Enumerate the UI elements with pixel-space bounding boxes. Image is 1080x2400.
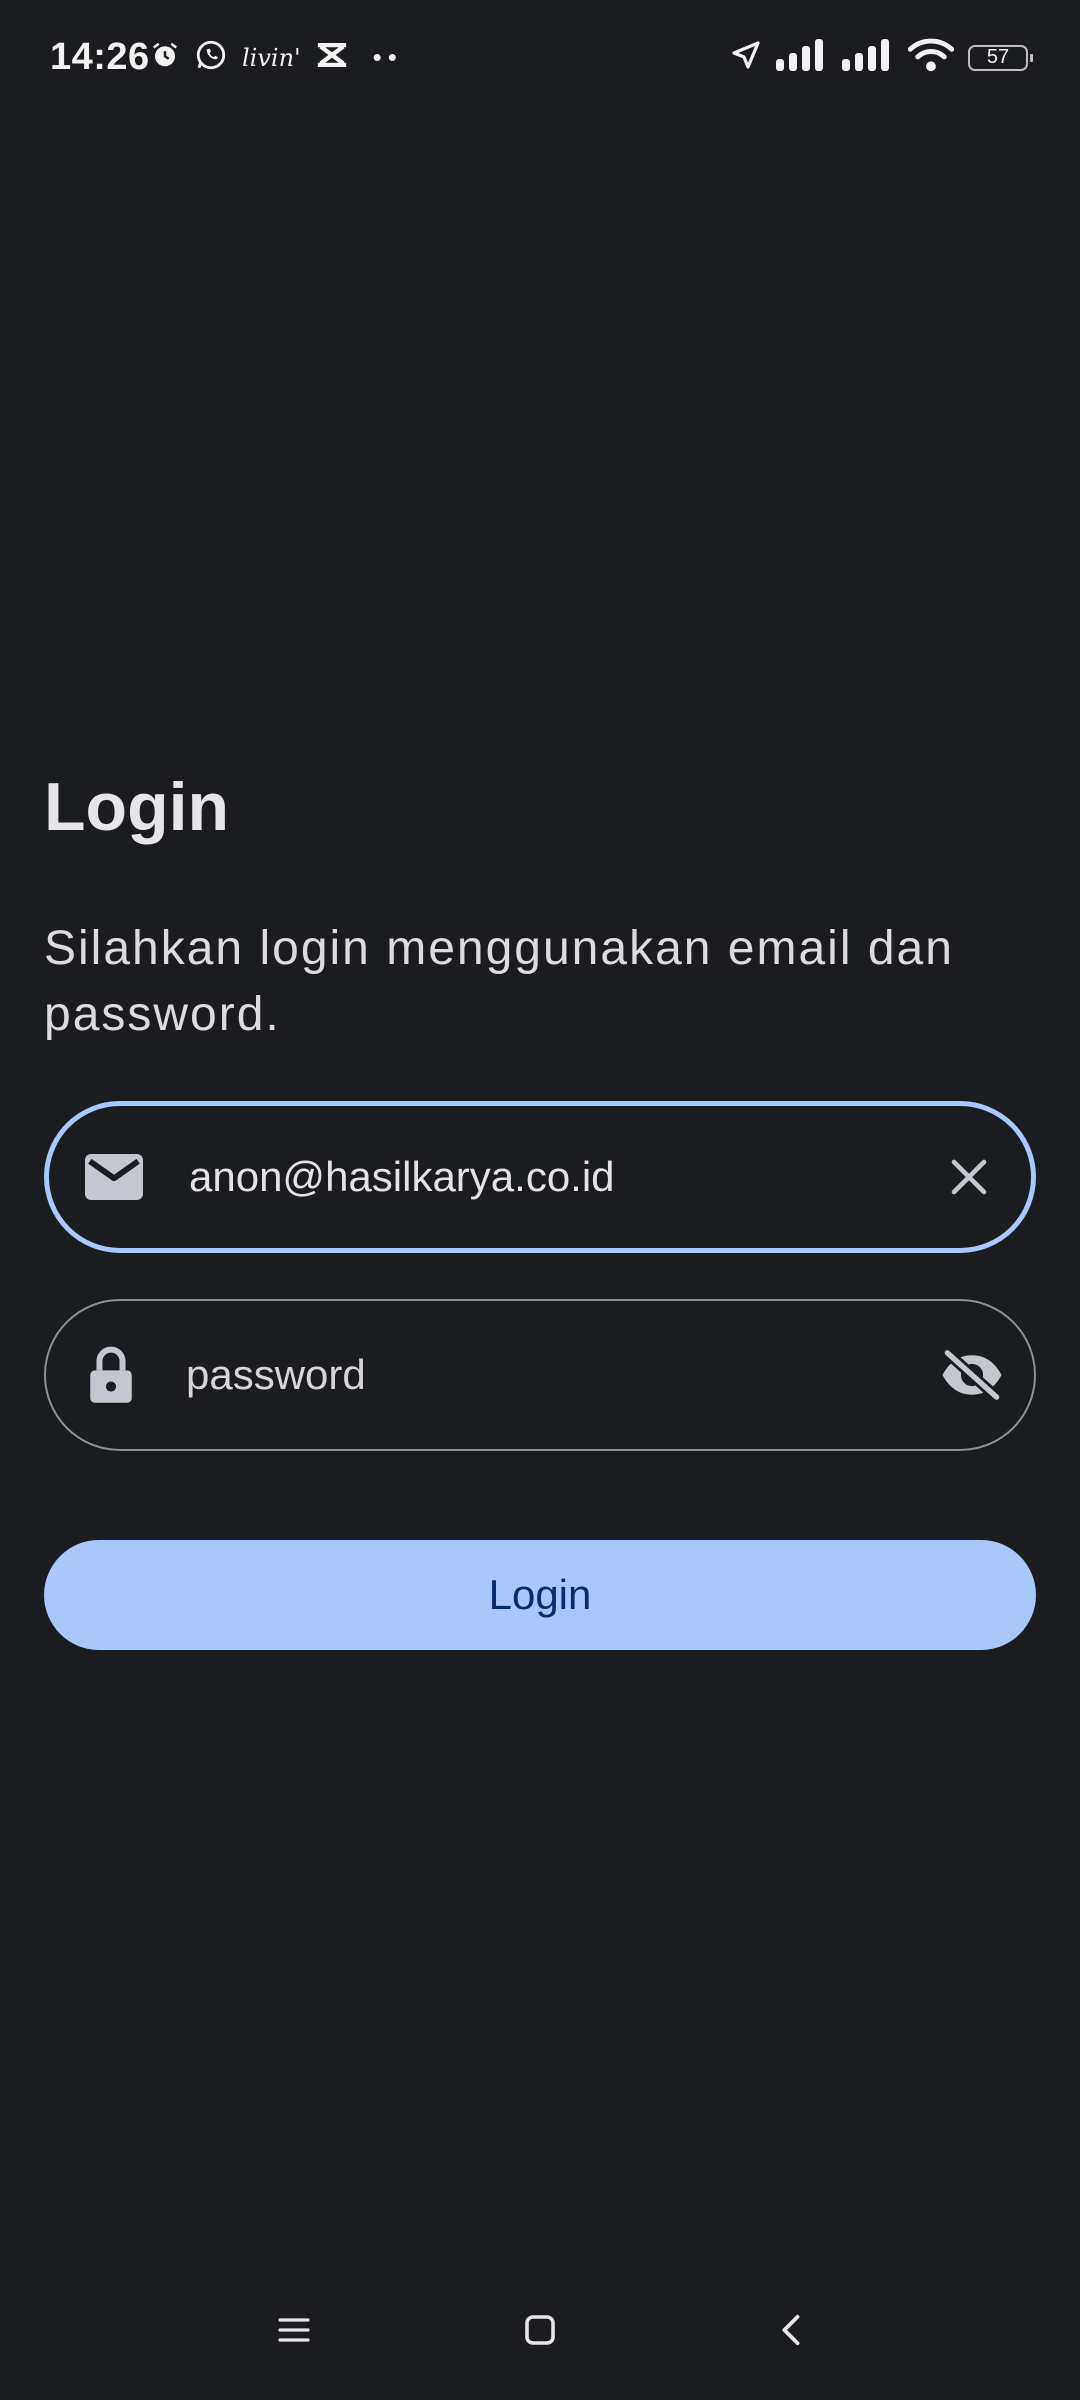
login-button[interactable]: Login — [44, 1540, 1036, 1650]
email-icon — [85, 1148, 143, 1206]
back-icon[interactable] — [750, 2290, 830, 2370]
password-input[interactable] — [186, 1345, 914, 1405]
whatsapp-icon — [194, 38, 228, 77]
battery-icon: 57 — [968, 44, 1033, 71]
location-arrow-icon — [730, 39, 762, 76]
livin-app-icon: livin' — [242, 43, 301, 72]
visibility-off-icon[interactable] — [940, 1343, 1004, 1407]
more-dots-icon: •• — [372, 42, 403, 72]
status-time: 14:26 — [50, 36, 150, 78]
wifi-icon — [907, 38, 955, 77]
email-field[interactable] — [44, 1101, 1036, 1253]
page-subtitle: Silahkan login menggunakan email dan pas… — [44, 922, 954, 1041]
status-right-icons: 57 — [730, 38, 1033, 77]
recents-icon[interactable] — [254, 2290, 334, 2370]
page-title: Login — [44, 769, 230, 845]
capcut-icon — [315, 40, 349, 75]
signal-2-icon — [842, 39, 894, 76]
lock-icon — [82, 1346, 140, 1404]
home-icon[interactable] — [500, 2290, 580, 2370]
password-field[interactable] — [44, 1299, 1036, 1451]
signal-1-icon — [776, 39, 828, 76]
status-left-icons: livin' •• — [150, 38, 403, 77]
navigation-bar — [0, 2260, 1080, 2400]
clear-icon[interactable] — [937, 1145, 1001, 1209]
alarm-icon — [150, 40, 180, 75]
email-input[interactable] — [189, 1147, 911, 1207]
status-bar: 14:26 livin' •• 57 — [0, 0, 1080, 120]
